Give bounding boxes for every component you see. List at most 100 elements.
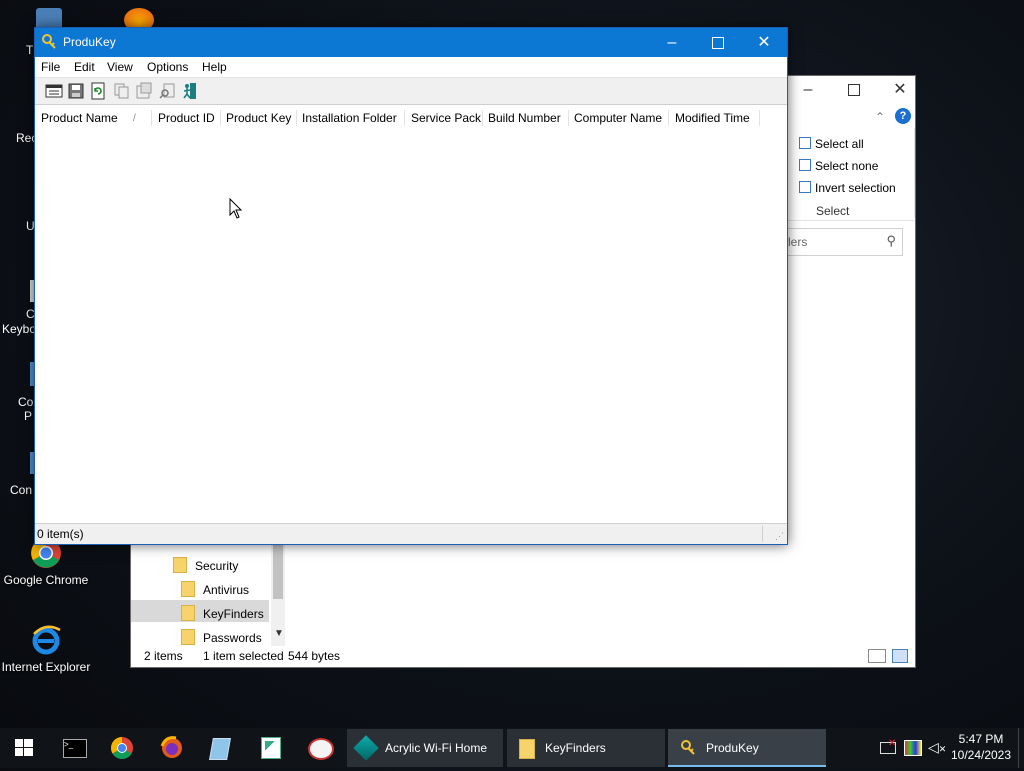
minimize-button[interactable]: –	[649, 28, 695, 57]
nav-item-security[interactable]: Security	[173, 557, 238, 573]
maximize-icon	[848, 83, 860, 96]
column-header-product-key[interactable]: Product Key	[226, 111, 291, 125]
column-header-product-id[interactable]: Product ID	[158, 111, 215, 125]
column-header-build-number[interactable]: Build Number	[488, 111, 561, 125]
select-source-icon[interactable]	[45, 82, 63, 100]
column-separator	[568, 110, 569, 126]
desktop-partial-label: Con	[10, 483, 33, 497]
minimize-button[interactable]: –	[785, 76, 831, 104]
nav-item-keyfinders[interactable]: KeyFinders	[131, 600, 269, 622]
menu-options[interactable]: Options	[147, 60, 188, 74]
folder-icon	[519, 739, 535, 759]
maximize-button[interactable]	[831, 76, 877, 104]
folder-icon	[181, 581, 195, 597]
window-title: ProduKey	[63, 35, 116, 49]
nav-scrollbar[interactable]: ▼	[271, 544, 285, 646]
resize-grip-icon[interactable]: ⋰	[775, 531, 784, 542]
show-desktop-button[interactable]	[1018, 728, 1024, 768]
select-none-icon	[799, 159, 811, 171]
close-button[interactable]: ✕	[741, 28, 787, 57]
status-item-count: 2 items	[144, 649, 183, 663]
taskbar-clock[interactable]: 5:47 PM 10/24/2023	[945, 732, 1017, 762]
status-bar: 0 item(s) ⋰	[35, 523, 787, 544]
menu-bar: File Edit View Options Help	[35, 57, 787, 78]
search-input[interactable]: lers ⚲	[787, 228, 903, 256]
column-header-product-name[interactable]: Product Name	[41, 111, 118, 125]
title-bar[interactable]: ProduKey – ✕	[35, 28, 787, 57]
close-button[interactable]: ✕	[877, 76, 923, 104]
status-item-count: 0 item(s)	[37, 527, 84, 541]
list-header: Product Name / Product ID Product Key In…	[35, 106, 787, 130]
folder-icon	[181, 605, 195, 621]
start-button[interactable]	[0, 728, 48, 768]
exit-icon[interactable]	[181, 82, 199, 100]
large-icons-view-icon[interactable]	[892, 649, 908, 663]
clock-time: 5:47 PM	[958, 732, 1004, 746]
column-separator	[668, 110, 669, 126]
ribbon-collapse-icon[interactable]: ⌃	[875, 110, 885, 124]
produkey-icon	[680, 739, 696, 755]
produkey-window: ProduKey – ✕ File Edit View Options Help	[34, 27, 788, 545]
display-tray-icon[interactable]	[904, 728, 922, 768]
desktop-partial-label: T	[26, 43, 34, 57]
mouse-cursor-icon	[229, 197, 243, 223]
produkey-app-icon	[42, 34, 56, 50]
nav-item-antivirus[interactable]: Antivirus	[181, 581, 249, 597]
column-header-service-pack[interactable]: Service Pack	[411, 111, 481, 125]
ribbon-group-label: Select	[816, 204, 850, 218]
acrylic-wifi-icon	[353, 735, 379, 761]
refresh-icon[interactable]	[89, 82, 107, 100]
save-icon[interactable]	[67, 82, 85, 100]
taskbar-app-keyfinders[interactable]: KeyFinders	[507, 729, 665, 767]
desktop-partial-label: P	[24, 409, 33, 423]
desktop-partial-label: Keybo	[2, 322, 37, 336]
column-separator	[151, 110, 152, 126]
details-view-icon[interactable]	[868, 649, 886, 663]
maximize-button[interactable]	[695, 28, 741, 57]
volume-muted-icon[interactable]: ◁✕	[928, 728, 946, 768]
notepad-taskbar-icon[interactable]	[196, 728, 244, 768]
copy-icon[interactable]	[113, 82, 131, 100]
column-separator	[404, 110, 405, 126]
status-divider	[762, 526, 763, 542]
properties-icon[interactable]	[135, 82, 153, 100]
clock-date: 10/24/2023	[950, 748, 1012, 762]
menu-file[interactable]: File	[41, 60, 60, 74]
firefox-taskbar-icon[interactable]	[148, 728, 196, 768]
status-size: 544 bytes	[288, 649, 341, 663]
taskbar-app-produkey[interactable]: ProduKey	[668, 729, 826, 767]
chrome-taskbar-icon[interactable]	[98, 728, 146, 768]
status-selected: 1 item selected	[203, 649, 284, 663]
folder-icon	[173, 557, 187, 573]
network-tray-icon[interactable]: ✕	[880, 728, 896, 768]
column-header-computer-name[interactable]: Computer Name	[574, 111, 662, 125]
folder-icon	[181, 629, 195, 645]
find-icon[interactable]	[159, 82, 177, 100]
chevron-down-icon[interactable]: ▼	[274, 628, 284, 639]
maximize-icon	[712, 36, 724, 49]
sort-indicator: /	[133, 113, 136, 124]
ribbon-vertical-separator	[914, 128, 915, 218]
windows-icon	[15, 739, 33, 756]
invert-selection-icon	[799, 181, 811, 193]
command-prompt-taskbar-icon[interactable]: >_	[50, 728, 98, 768]
internet-explorer-icon	[30, 624, 62, 656]
desktop-icon-label: Internet Explorer	[1, 660, 91, 674]
select-all-button[interactable]: Select all	[799, 137, 864, 151]
scrollbar-thumb[interactable]	[273, 544, 283, 599]
paint-taskbar-icon[interactable]	[296, 728, 344, 768]
product-list[interactable]	[35, 130, 787, 522]
invert-selection-button[interactable]: Invert selection	[799, 181, 896, 195]
column-header-installation-folder[interactable]: Installation Folder	[302, 111, 397, 125]
column-header-modified-time[interactable]: Modified Time	[675, 111, 750, 125]
menu-view[interactable]: View	[107, 60, 133, 74]
internet-explorer-desktop-icon[interactable]: Internet Explorer	[0, 624, 94, 674]
menu-help[interactable]: Help	[202, 60, 227, 74]
select-all-icon	[799, 137, 811, 149]
select-none-button[interactable]: Select none	[799, 159, 878, 173]
spreadsheet-taskbar-icon[interactable]	[246, 728, 294, 768]
help-icon[interactable]: ?	[895, 108, 911, 124]
taskbar-app-acrylic-wifi[interactable]: Acrylic Wi-Fi Home	[347, 729, 503, 767]
nav-item-passwords[interactable]: Passwords	[181, 629, 262, 645]
menu-edit[interactable]: Edit	[74, 60, 95, 74]
